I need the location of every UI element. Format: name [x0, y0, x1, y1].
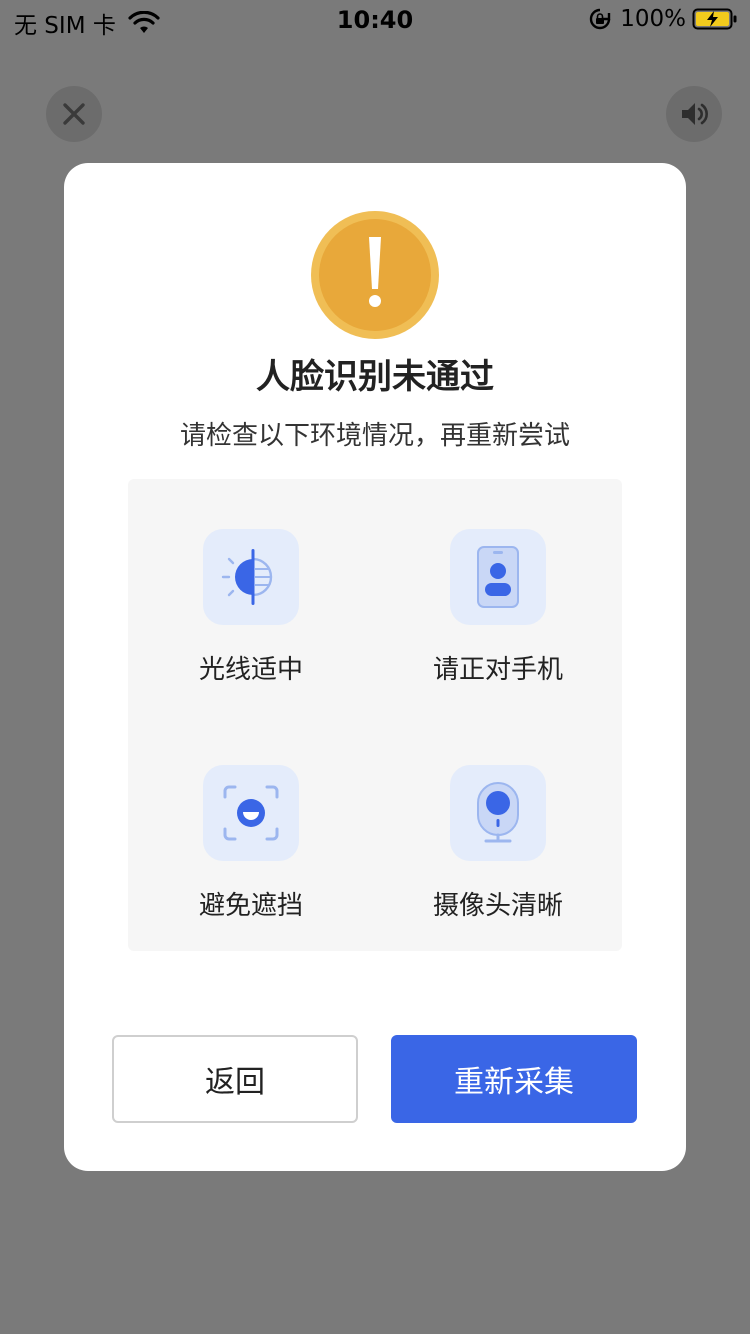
battery-percent: 100% — [620, 6, 686, 32]
tip-icon-box — [450, 765, 546, 861]
back-button[interactable]: 返回 — [112, 1035, 358, 1123]
tip-label: 光线适中 — [198, 655, 303, 685]
tip-label: 避免遮挡 — [198, 891, 303, 921]
orientation-lock-icon — [588, 7, 612, 31]
tip-label: 请正对手机 — [432, 655, 563, 685]
dialog-title: 人脸识别未通过 — [256, 357, 494, 397]
sound-button[interactable] — [666, 86, 722, 142]
tip-lighting: 光线适中 — [151, 529, 351, 686]
camera-icon — [477, 782, 519, 843]
close-button[interactable] — [46, 86, 102, 142]
status-right: 100% — [588, 6, 738, 32]
speaker-icon — [682, 103, 708, 125]
tips-panel: 光线适中 请正对手机 避免遮挡 摄像头清晰 — [128, 479, 622, 951]
battery-charging-icon — [692, 7, 738, 31]
tip-face-phone: 请正对手机 — [398, 529, 598, 686]
tip-label: 摄像头清晰 — [432, 891, 563, 921]
face-recognition-failed-dialog: 人脸识别未通过 请检查以下环境情况，再重新尝试 光线适中 请正对手机 避免遮挡 … — [64, 163, 686, 1171]
tip-avoid-cover: 避免遮挡 — [151, 765, 351, 922]
close-icon — [63, 103, 85, 125]
tip-camera-clear: 摄像头清晰 — [398, 765, 598, 922]
warning-icon — [311, 211, 439, 339]
retry-capture-button[interactable]: 重新采集 — [391, 1035, 637, 1123]
tip-icon-box — [203, 529, 299, 625]
phone-portrait-icon — [477, 546, 519, 608]
light-icon — [221, 549, 273, 605]
status-bar: 无 SIM 卡 10:40 100% — [0, 0, 750, 40]
face-scan-icon — [223, 785, 279, 841]
tip-icon-box — [203, 765, 299, 861]
dialog-subtitle: 请检查以下环境情况，再重新尝试 — [179, 421, 570, 451]
tip-icon-box — [450, 529, 546, 625]
